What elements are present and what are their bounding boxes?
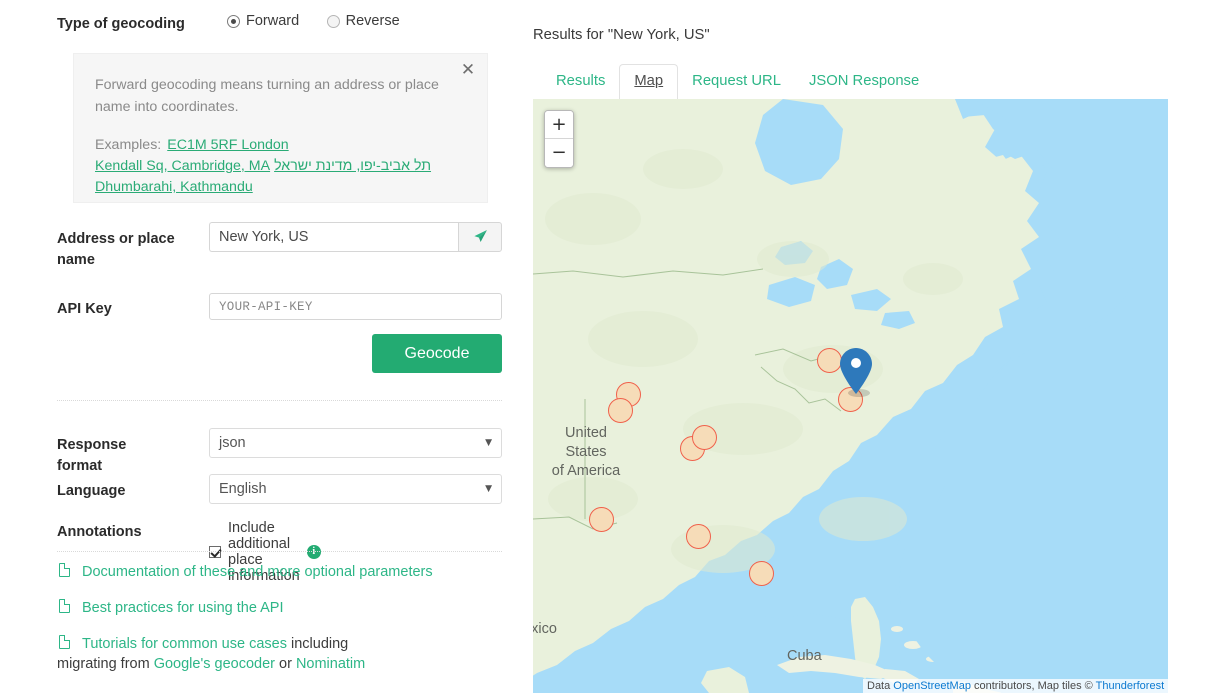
- language-label: Language: [57, 483, 126, 499]
- attribution-prefix: Data: [867, 680, 894, 692]
- example-link-telaviv[interactable]: תל אביב-יפו, מדינת ישראל: [274, 158, 431, 174]
- geocoding-type-radios: Forward Reverse: [227, 13, 423, 33]
- tab-request-url[interactable]: Request URL: [678, 65, 795, 99]
- tab-json-response[interactable]: JSON Response: [795, 65, 933, 99]
- doc-link-best-practices[interactable]: Best practices for using the API: [82, 600, 284, 616]
- example-link-kathmandu[interactable]: Dhumbarahi, Kathmandu: [95, 179, 253, 195]
- or-text: or: [274, 656, 296, 672]
- form-panel: Type of geocoding Forward Reverse ✕ Forw…: [0, 0, 520, 693]
- doc-links: Documentation of these and more optional…: [57, 562, 507, 690]
- radio-forward[interactable]: Forward: [227, 13, 299, 29]
- cluster-marker[interactable]: [686, 524, 711, 549]
- doc-link-row-3-line2: migrating from Google's geocoder or Nomi…: [57, 654, 507, 674]
- chevron-down-icon: ▼: [485, 438, 492, 448]
- address-label: Address or place name: [57, 231, 175, 268]
- radio-forward-label: Forward: [246, 13, 300, 29]
- document-icon: [59, 634, 71, 649]
- radio-forward-dot[interactable]: [227, 14, 240, 28]
- results-tabs: Results Map Request URL JSON Response: [542, 64, 933, 99]
- migrating-text: migrating from: [57, 656, 154, 672]
- address-input-wrap: [209, 222, 502, 252]
- results-panel: Results for "New York, US" Results Map Req…: [533, 0, 1227, 693]
- map-canvas[interactable]: + − UnitedStatesof America Cuba Mexico: [533, 99, 1168, 693]
- map-attribution: Data OpenStreetMap contributors, Map til…: [863, 679, 1168, 693]
- doc-link-row-1: Documentation of these and more optional…: [57, 562, 507, 582]
- map-pin-selected[interactable]: [839, 348, 875, 398]
- locate-button[interactable]: [458, 222, 502, 252]
- results-title: Results for "New York, US": [533, 27, 710, 43]
- attribution-mid: contributors, Map tiles ©: [970, 680, 1096, 692]
- radio-reverse[interactable]: Reverse: [326, 13, 400, 29]
- info-icon[interactable]: i: [306, 545, 321, 559]
- doc-link-documentation[interactable]: Documentation of these and more optional…: [82, 564, 433, 580]
- geocoding-demo-page: Type of geocoding Forward Reverse ✕ Forw…: [0, 0, 1227, 693]
- attribution-provider-link[interactable]: Thunderforest: [1096, 680, 1164, 692]
- language-value: English: [219, 481, 267, 497]
- map-zoom-controls[interactable]: + −: [544, 110, 574, 168]
- paper-plane-icon: [474, 230, 487, 242]
- divider-bottom: [57, 551, 502, 552]
- info-box-description: Forward geocoding means turning an addre…: [95, 77, 439, 115]
- response-format-value: json: [219, 435, 246, 451]
- doc-link-row-3: Tutorials for common use cases including…: [57, 634, 507, 674]
- info-box-examples: Examples: EC1M 5RF London Kendall Sq, Cam…: [95, 135, 461, 198]
- document-icon: [59, 598, 71, 613]
- doc-link-nominatim[interactable]: Nominatim: [296, 656, 365, 672]
- map-label-cuba: Cuba: [787, 648, 822, 664]
- annotations-label: Annotations: [57, 524, 142, 540]
- doc-link-tutorials-suffix: including: [286, 636, 349, 652]
- document-icon: [59, 562, 71, 577]
- response-format-select[interactable]: json ▼: [209, 428, 502, 458]
- doc-link-row-2: Best practices for using the API: [57, 598, 507, 618]
- radio-reverse-label: Reverse: [345, 13, 400, 29]
- address-input[interactable]: [209, 222, 458, 252]
- cluster-marker[interactable]: [589, 507, 614, 532]
- divider-top: [57, 400, 502, 401]
- map-label-usa: United States of America: [551, 425, 621, 479]
- example-link-london[interactable]: EC1M 5RF London: [167, 137, 288, 153]
- apikey-label: API Key: [57, 301, 112, 317]
- doc-link-google-geocoder[interactable]: Google's geocoder: [154, 656, 275, 672]
- radio-reverse-dot[interactable]: [326, 14, 340, 28]
- examples-label: Examples:: [95, 137, 162, 153]
- apikey-input[interactable]: [209, 293, 502, 320]
- doc-link-tutorials[interactable]: Tutorials for common use cases: [82, 636, 287, 652]
- geocode-button[interactable]: Geocode: [372, 334, 502, 373]
- zoom-in-button[interactable]: +: [545, 111, 573, 139]
- annotations-checkbox[interactable]: [209, 546, 221, 558]
- attribution-osm-link[interactable]: OpenStreetMap: [893, 680, 971, 692]
- cluster-marker[interactable]: [608, 398, 633, 423]
- geocoding-type-label: Type of geocoding: [57, 16, 185, 32]
- cluster-marker[interactable]: [692, 425, 717, 450]
- tab-results[interactable]: Results: [542, 65, 619, 99]
- close-icon[interactable]: ✕: [457, 59, 479, 81]
- language-select[interactable]: English ▼: [209, 474, 502, 504]
- chevron-down-icon: ▼: [485, 484, 492, 494]
- example-link-cambridge[interactable]: Kendall Sq, Cambridge, MA: [95, 158, 270, 174]
- cluster-marker[interactable]: [749, 561, 774, 586]
- tab-map[interactable]: Map: [619, 64, 679, 99]
- zoom-out-button[interactable]: −: [545, 139, 573, 167]
- info-box: ✕ Forward geocoding means turning an add…: [73, 53, 488, 203]
- map-label-mexico: Mexico: [533, 621, 557, 637]
- response-format-label: Response format: [57, 437, 127, 474]
